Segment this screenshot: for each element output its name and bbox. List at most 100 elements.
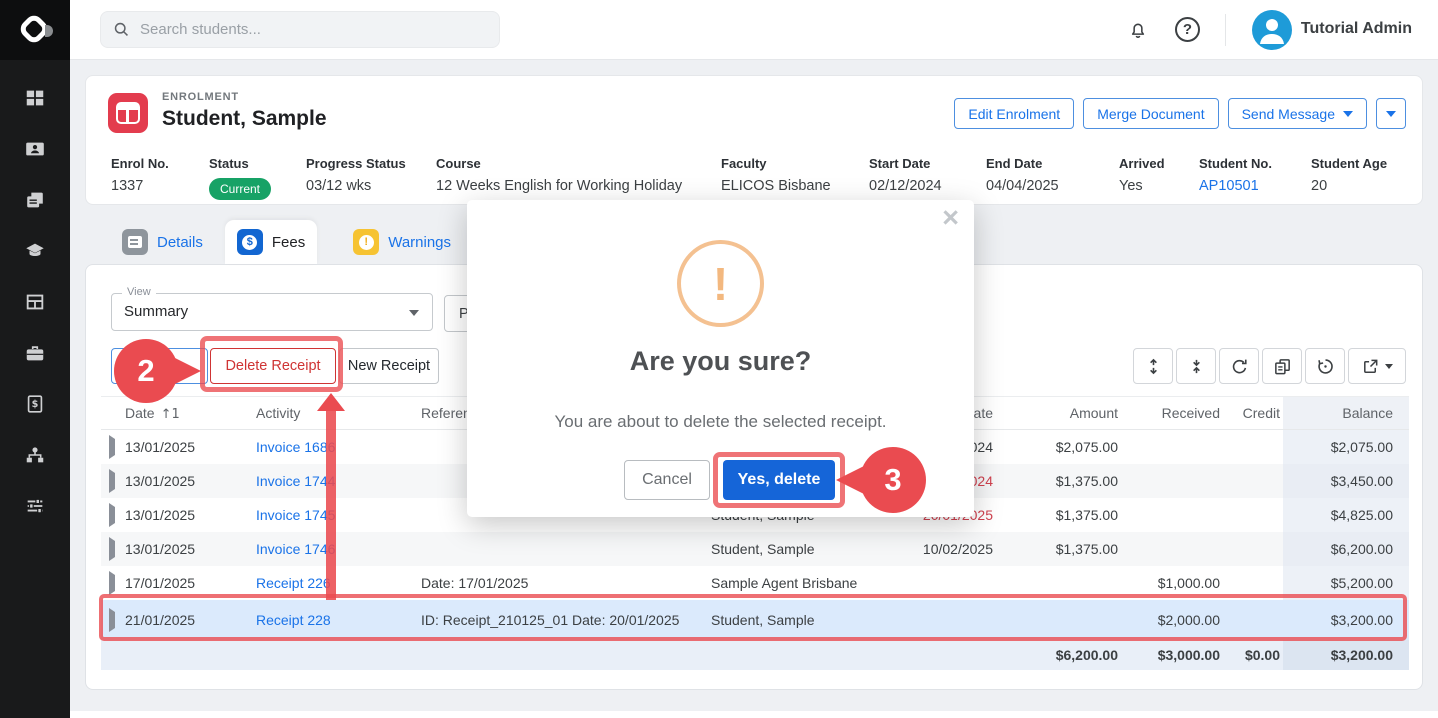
expand-icon <box>1144 357 1163 376</box>
activity-link[interactable]: Invoice 1745 <box>241 507 406 523</box>
row-expander-icon[interactable] <box>109 435 115 459</box>
close-icon[interactable]: × <box>942 202 959 235</box>
record-type-label: ENROLMENT <box>162 91 239 103</box>
row-expander-icon[interactable] <box>109 469 115 493</box>
expand-rows-button[interactable] <box>1133 348 1173 384</box>
info-status: StatusCurrent <box>209 156 271 200</box>
sidebar-item-agents[interactable] <box>23 443 47 467</box>
help-icon: ? <box>1183 21 1192 38</box>
app-logo[interactable] <box>0 0 70 60</box>
annotation-arrow-line <box>326 410 336 600</box>
table-row[interactable]: 17/01/2025 Receipt 226 Date: 17/01/2025 … <box>101 566 1409 600</box>
info-student-no: Student No.AP10501 <box>1199 156 1272 194</box>
sidebar-nav: $ <box>0 60 70 518</box>
view-select[interactable]: View Summary <box>111 293 433 331</box>
services-icon <box>24 342 46 364</box>
info-course: Course12 Weeks English for Working Holid… <box>436 156 682 194</box>
tab-fees[interactable]: $ Fees <box>225 220 317 264</box>
tab-details[interactable]: Details <box>110 220 215 264</box>
activity-link[interactable]: Invoice 1744 <box>241 473 406 489</box>
row-expander-icon[interactable] <box>109 503 115 527</box>
search-icon <box>113 21 130 38</box>
new-receipt-button[interactable]: New Receipt <box>339 348 439 384</box>
total-amount: $6,200.00 <box>996 647 1121 663</box>
refresh-button[interactable] <box>1219 348 1259 384</box>
col-amount[interactable]: Amount <box>996 405 1121 421</box>
details-tab-icon <box>122 229 148 255</box>
activity-link[interactable]: Receipt 228 <box>241 612 406 628</box>
col-received[interactable]: Received <box>1121 405 1223 421</box>
enrolment-icon <box>108 93 148 133</box>
cancel-button[interactable]: Cancel <box>624 460 710 500</box>
info-faculty: FacultyELICOS Bisbane <box>721 156 831 194</box>
notifications-button[interactable] <box>1124 16 1152 44</box>
confirm-delete-button[interactable]: Yes, delete <box>723 460 835 500</box>
send-message-button[interactable]: Send Message <box>1228 98 1367 129</box>
col-date[interactable]: Date↑1 <box>121 405 241 422</box>
export-button[interactable] <box>1348 348 1406 384</box>
sidebar-item-courses[interactable] <box>23 239 47 263</box>
svg-text:$: $ <box>32 399 39 410</box>
enrolments-icon <box>24 291 46 313</box>
search-input[interactable] <box>140 21 487 38</box>
help-button[interactable]: ? <box>1175 17 1200 42</box>
col-credit[interactable]: Credit <box>1223 405 1283 421</box>
sidebar: $ <box>0 0 70 718</box>
page-title: Student, Sample <box>162 107 327 131</box>
col-balance[interactable]: Balance <box>1283 397 1409 429</box>
activity-link[interactable]: Invoice 1746 <box>241 541 406 557</box>
sidebar-item-finance[interactable]: $ <box>23 392 47 416</box>
person-icon <box>1252 10 1292 50</box>
status-badge: Current <box>209 178 271 200</box>
delete-receipt-button[interactable]: Delete Receipt <box>210 348 336 384</box>
chevron-down-icon <box>1385 364 1393 369</box>
history-button[interactable] <box>1305 348 1345 384</box>
dialog-title: Are you sure? <box>467 346 974 377</box>
collapse-rows-button[interactable] <box>1176 348 1216 384</box>
sidebar-item-settings[interactable] <box>23 494 47 518</box>
header-actions: Edit Enrolment Merge Document Send Messa… <box>954 98 1406 129</box>
sort-ascending-icon: ↑1 <box>161 407 180 422</box>
student-no-link[interactable]: AP10501 <box>1199 178 1272 194</box>
info-end-date: End Date04/04/2025 <box>986 156 1059 194</box>
collapse-icon <box>1187 357 1206 376</box>
more-actions-button[interactable] <box>1376 98 1406 129</box>
row-expander-icon[interactable] <box>109 537 115 561</box>
annotation-step-3-marker: 3 <box>860 447 926 513</box>
total-credit: $0.00 <box>1223 647 1283 663</box>
user-avatar[interactable] <box>1252 10 1292 50</box>
activity-link[interactable]: Receipt 226 <box>241 575 406 591</box>
info-arrived: ArrivedYes <box>1119 156 1165 194</box>
selected-table-row[interactable]: 21/01/2025 Receipt 228 ID: Receipt_21012… <box>101 600 1409 640</box>
sidebar-item-students[interactable] <box>23 137 47 161</box>
edit-enrolment-button[interactable]: Edit Enrolment <box>954 98 1074 129</box>
chevron-down-icon <box>1343 111 1353 117</box>
user-name[interactable]: Tutorial Admin <box>1301 20 1412 38</box>
sidebar-item-services[interactable] <box>23 341 47 365</box>
dialog-message: You are about to delete the selected rec… <box>467 412 974 432</box>
merge-document-button[interactable]: Merge Document <box>1083 98 1218 129</box>
table-toolbar <box>1133 348 1406 384</box>
info-progress: Progress Status03/12 wks <box>306 156 406 194</box>
activity-link[interactable]: Invoice 1686 <box>241 439 406 455</box>
info-student-age: Student Age20 <box>1311 156 1387 194</box>
sidebar-item-enrolments[interactable] <box>23 290 47 314</box>
bell-icon <box>1127 19 1149 41</box>
tab-warnings[interactable]: ! Warnings <box>341 220 463 264</box>
logo-icon <box>18 13 52 47</box>
search-box[interactable] <box>100 11 500 48</box>
sidebar-item-records[interactable] <box>23 188 47 212</box>
view-select-value: Summary <box>124 303 188 320</box>
copy-button[interactable] <box>1262 348 1302 384</box>
export-icon <box>1361 357 1380 376</box>
row-expander-icon[interactable] <box>109 608 115 632</box>
annotation-arrow-up-icon <box>317 393 345 411</box>
page-bottom <box>70 711 1438 718</box>
refresh-icon <box>1230 357 1249 376</box>
warning-circle-icon: ! <box>677 240 764 327</box>
table-row[interactable]: 13/01/2025 Invoice 1746 Student, Sample … <box>101 532 1409 566</box>
row-expander-icon[interactable] <box>109 571 115 595</box>
topbar-divider <box>1225 14 1226 46</box>
sidebar-item-dashboard[interactable] <box>23 86 47 110</box>
info-enrol-no: Enrol No.1337 <box>111 156 169 194</box>
